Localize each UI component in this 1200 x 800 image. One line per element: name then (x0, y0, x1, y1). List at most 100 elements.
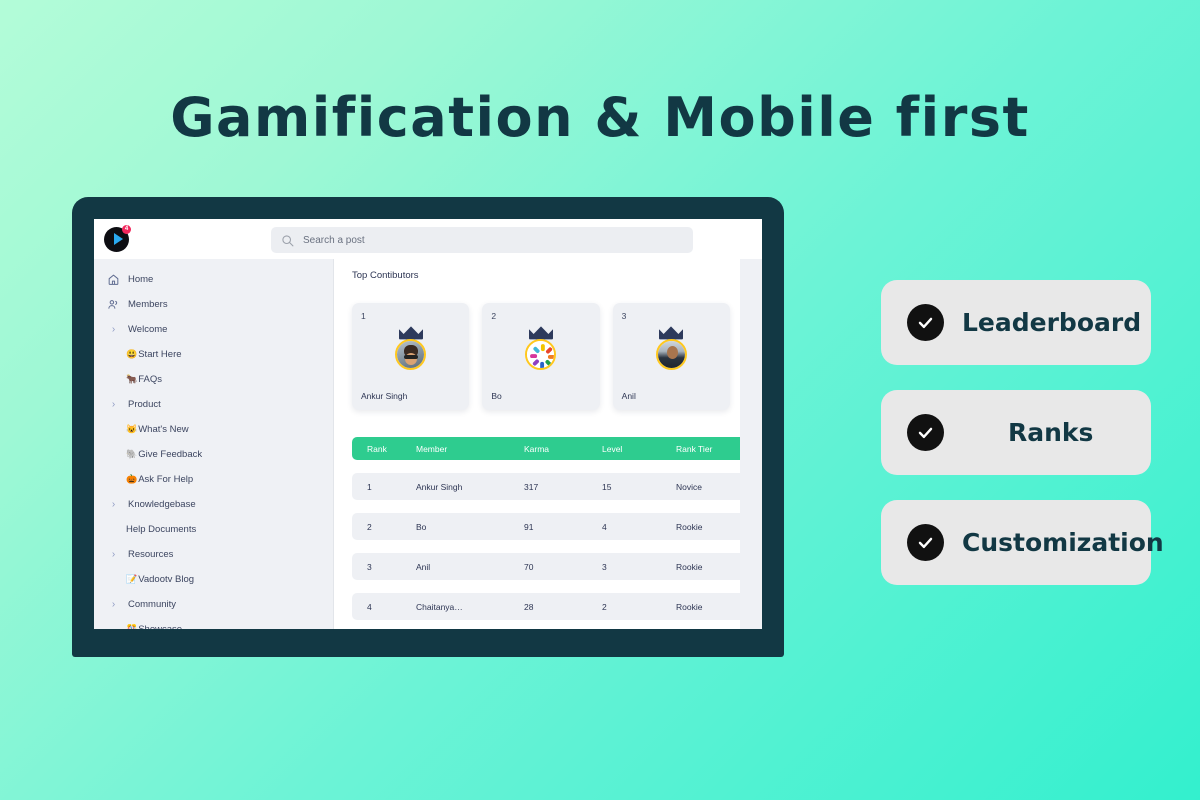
sidebar-item-label: FAQs (138, 373, 162, 385)
table-row[interactable]: 2 Bo 91 4 Rookie (352, 513, 750, 540)
cell-rank-tier: Rookie (676, 601, 703, 612)
feature-label: Customization (962, 528, 1164, 557)
contributor-name: Bo (491, 391, 502, 401)
feature-label: Leaderboard (962, 308, 1142, 337)
contributor-rank: 3 (621, 311, 627, 321)
avatar (655, 339, 687, 370)
check-circle-icon (907, 524, 944, 561)
table-row[interactable]: 4 Chaitanya… 28 2 Rookie (352, 593, 750, 620)
confetti-emoji-icon: 🎊 (126, 624, 138, 629)
check-circle-icon (907, 414, 944, 451)
sidebar-item-whats-new[interactable]: 😺 What's New (94, 417, 333, 442)
notification-badge: 4 (122, 224, 131, 234)
cell-rank: 2 (367, 521, 372, 532)
sidebar-item-start-here[interactable]: 😃 Start Here (94, 342, 333, 367)
table-row[interactable]: 1 Ankur Singh 317 15 Novice (352, 473, 750, 500)
cell-rank: 3 (367, 561, 372, 572)
laptop-screen: 4 Search a post Home Members › Welcome 😃… (94, 219, 762, 629)
page-title: Gamification & Mobile first (170, 86, 1030, 149)
sidebar-item-showcase[interactable]: 🎊 Showcase (94, 617, 333, 629)
sidebar-item-members[interactable]: Members (94, 292, 333, 317)
right-rail-panel (740, 259, 762, 629)
column-header-level: Level (602, 443, 623, 454)
table-header-row: Rank Member Karma Level Rank Tier (352, 437, 750, 460)
avatar (395, 339, 427, 370)
leaderboard-table: Rank Member Karma Level Rank Tier 1 Anku… (352, 437, 750, 620)
cell-karma: 28 (524, 601, 534, 612)
search-input[interactable]: Search a post (271, 227, 693, 253)
search-placeholder: Search a post (303, 234, 365, 246)
ox-emoji-icon: 🐂 (126, 374, 138, 384)
memo-emoji-icon: 📝 (126, 574, 138, 584)
contributor-card[interactable]: 1 Ankur Singh (352, 303, 470, 410)
home-icon (107, 273, 120, 286)
check-circle-icon (907, 304, 944, 341)
app-topbar: 4 Search a post (94, 219, 762, 259)
sidebar-item-label: Members (128, 298, 168, 310)
sidebar-item-label: Help Documents (126, 523, 197, 535)
sidebar-item-vadootv-blog[interactable]: 📝 Vadootv Blog (94, 567, 333, 592)
cell-rank-tier: Rookie (676, 561, 703, 572)
feature-list: Leaderboard Ranks Customization (881, 280, 1164, 610)
feature-label: Ranks (1008, 418, 1094, 447)
elephant-emoji-icon: 🐘 (126, 449, 138, 459)
cell-karma: 70 (524, 561, 534, 572)
feature-pill-leaderboard[interactable]: Leaderboard (881, 280, 1151, 365)
search-icon (282, 234, 294, 246)
feature-pill-customization[interactable]: Customization (881, 500, 1164, 585)
column-header-rank: Rank (367, 443, 387, 454)
sidebar: Home Members › Welcome 😃 Start Here 🐂 FA… (94, 259, 334, 629)
cell-level: 3 (602, 561, 607, 572)
sidebar-item-label: Welcome (128, 323, 168, 335)
cell-karma: 91 (524, 521, 534, 532)
members-icon (107, 298, 120, 311)
contributor-rank: 1 (361, 311, 366, 321)
cat-emoji-icon: 😺 (126, 424, 138, 434)
sidebar-item-label: Give Feedback (138, 448, 203, 460)
cell-member: Anil (416, 561, 431, 572)
cell-level: 15 (602, 481, 612, 492)
contributor-rank: 2 (491, 311, 497, 321)
sidebar-item-label: Showcase (138, 625, 182, 629)
contributor-card[interactable]: 2 Bo (482, 303, 600, 410)
cell-member: Ankur Singh (416, 481, 463, 492)
sidebar-group-welcome[interactable]: › Welcome (94, 317, 333, 342)
sidebar-item-label: What's New (138, 423, 189, 435)
sidebar-item-faqs[interactable]: 🐂 FAQs (94, 367, 333, 392)
avatar (525, 339, 557, 370)
cell-rank-tier: Novice (676, 481, 702, 492)
hands-logo (527, 341, 555, 368)
column-header-karma: Karma (524, 443, 550, 454)
chevron-right-icon: › (111, 598, 116, 610)
feature-pill-ranks[interactable]: Ranks (881, 390, 1151, 475)
cell-karma: 317 (524, 481, 539, 492)
sidebar-item-give-feedback[interactable]: 🐘 Give Feedback (94, 442, 333, 467)
sidebar-item-label: Community (128, 598, 177, 610)
sidebar-group-product[interactable]: › Product (94, 392, 333, 417)
sidebar-group-knowledgebase[interactable]: › Knowledgebase (94, 492, 333, 517)
chevron-right-icon: › (111, 548, 116, 560)
sidebar-item-label: Start Here (138, 348, 182, 360)
sidebar-group-resources[interactable]: › Resources (94, 542, 333, 567)
cell-rank: 1 (367, 481, 372, 492)
app-logo[interactable]: 4 (104, 224, 131, 252)
smile-emoji-icon: 😃 (126, 349, 138, 359)
contributor-name: Anil (621, 391, 636, 401)
sidebar-item-label: Vadootv Blog (138, 573, 195, 585)
laptop-bezel: 4 Search a post Home Members › Welcome 😃… (72, 197, 784, 657)
app-body: Home Members › Welcome 😃 Start Here 🐂 FA… (94, 259, 762, 629)
column-header-rank-tier: Rank Tier (676, 443, 713, 454)
sidebar-item-label: Resources (128, 548, 174, 560)
sidebar-item-help-documents[interactable]: Help Documents (94, 517, 333, 542)
laptop-mockup: 4 Search a post Home Members › Welcome 😃… (72, 197, 784, 657)
pumpkin-emoji-icon: 🎃 (126, 474, 138, 484)
sidebar-item-label: Home (128, 273, 154, 285)
sidebar-item-home[interactable]: Home (94, 267, 333, 292)
cell-member: Bo (416, 521, 427, 532)
cell-rank: 4 (367, 601, 372, 612)
chevron-right-icon: › (111, 323, 116, 335)
sidebar-item-ask-for-help[interactable]: 🎃 Ask For Help (94, 467, 333, 492)
table-row[interactable]: 3 Anil 70 3 Rookie (352, 553, 750, 580)
sidebar-group-community[interactable]: › Community (94, 592, 333, 617)
contributor-card[interactable]: 3 Anil (612, 303, 730, 410)
